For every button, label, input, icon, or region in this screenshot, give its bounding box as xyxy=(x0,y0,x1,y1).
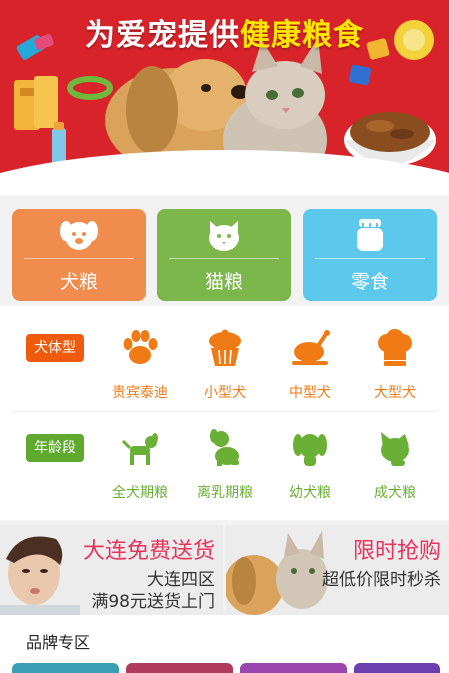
promo-title: 限时抢购 xyxy=(352,539,441,564)
puppy-kitten-image xyxy=(226,531,328,615)
age-option-weaning[interactable]: 离乳期粮 xyxy=(185,424,265,512)
chef-hat-icon xyxy=(375,328,415,372)
age-row: 年龄段 全犬期粮 离乳期粮 幼犬粮 成犬粮 xyxy=(0,418,449,524)
dog-size-row: 犬体型 贵宾泰迪 小型犬 中型犬 大型犬 xyxy=(0,318,449,424)
promo-subtitle: 超低价限时秒杀 xyxy=(322,570,441,590)
dog-standing-icon xyxy=(120,428,160,472)
promo-flash-sale[interactable]: 限时抢购 超低价限时秒杀 xyxy=(226,525,449,615)
age-option-puppy[interactable]: 幼犬粮 xyxy=(270,424,350,512)
category-cat-food[interactable]: 猫粮 xyxy=(157,209,291,301)
snack-jar-icon xyxy=(351,217,389,257)
tile-divider xyxy=(24,258,134,259)
dog-size-tag: 犬体型 xyxy=(26,334,84,362)
banner-title: 为爱宠提供健康粮食 xyxy=(0,10,449,54)
promo-free-delivery[interactable]: 大连免费送货 大连四区 满98元送货上门 xyxy=(0,525,223,615)
category-dog-food[interactable]: 犬粮 xyxy=(12,209,146,301)
size-option-label: 中型犬 xyxy=(289,385,331,401)
age-option-all-stages[interactable]: 全犬期粮 xyxy=(100,424,180,512)
row-divider xyxy=(12,411,437,412)
cupcake-icon xyxy=(205,328,245,372)
brand-section: 品牌专区 xyxy=(0,615,449,673)
category-label: 猫粮 xyxy=(204,271,243,293)
model-portrait-image xyxy=(0,536,80,615)
promo-section: 大连免费送货 大连四区 满98元送货上门 限时抢购 超低价限时秒杀 xyxy=(0,525,449,615)
age-option-adult[interactable]: 成犬粮 xyxy=(355,424,435,512)
tile-divider xyxy=(315,258,425,259)
roast-chicken-icon xyxy=(290,328,330,372)
tile-divider xyxy=(169,258,279,259)
dog-face-icon xyxy=(60,217,98,257)
size-option-label: 贵宾泰迪 xyxy=(112,385,168,401)
age-option-label: 离乳期粮 xyxy=(197,485,253,501)
age-option-label: 幼犬粮 xyxy=(289,485,331,501)
banner-title-main: 为爱宠提供 xyxy=(85,18,240,53)
size-option-teddy[interactable]: 贵宾泰迪 xyxy=(100,324,180,412)
filter-panel: 犬体型 贵宾泰迪 小型犬 中型犬 大型犬 年龄段 全犬期粮 离乳期粮 幼犬粮 成… xyxy=(0,306,449,520)
age-option-label: 全犬期粮 xyxy=(112,485,168,501)
puppy-sitting-icon xyxy=(205,428,245,472)
cat-face-icon xyxy=(205,217,243,257)
promo-detail: 满98元送货上门 xyxy=(91,592,215,612)
age-option-label: 成犬粮 xyxy=(374,485,416,501)
brand-tab[interactable] xyxy=(354,663,440,673)
brand-tab[interactable] xyxy=(240,663,347,673)
hero-banner[interactable]: 为爱宠提供健康粮食 xyxy=(0,0,449,195)
category-tiles: 犬粮 猫粮 零食 xyxy=(12,209,437,301)
category-label: 犬粮 xyxy=(59,271,98,293)
brand-tab[interactable] xyxy=(12,663,119,673)
banner-title-highlight: 健康粮食 xyxy=(240,18,364,53)
category-label: 零食 xyxy=(350,271,389,293)
dog-head-icon xyxy=(290,428,330,472)
size-option-large[interactable]: 大型犬 xyxy=(355,324,435,412)
paw-icon xyxy=(120,328,160,372)
size-option-label: 大型犬 xyxy=(374,385,416,401)
size-option-medium[interactable]: 中型犬 xyxy=(270,324,350,412)
cat-head-icon xyxy=(375,428,415,472)
size-option-label: 小型犬 xyxy=(204,385,246,401)
brand-section-title: 品牌专区 xyxy=(26,633,91,652)
size-option-small[interactable]: 小型犬 xyxy=(185,324,265,412)
age-tag: 年龄段 xyxy=(26,434,84,462)
promo-title: 大连免费送货 xyxy=(82,539,215,564)
brand-tab[interactable] xyxy=(126,663,233,673)
category-snacks[interactable]: 零食 xyxy=(303,209,437,301)
